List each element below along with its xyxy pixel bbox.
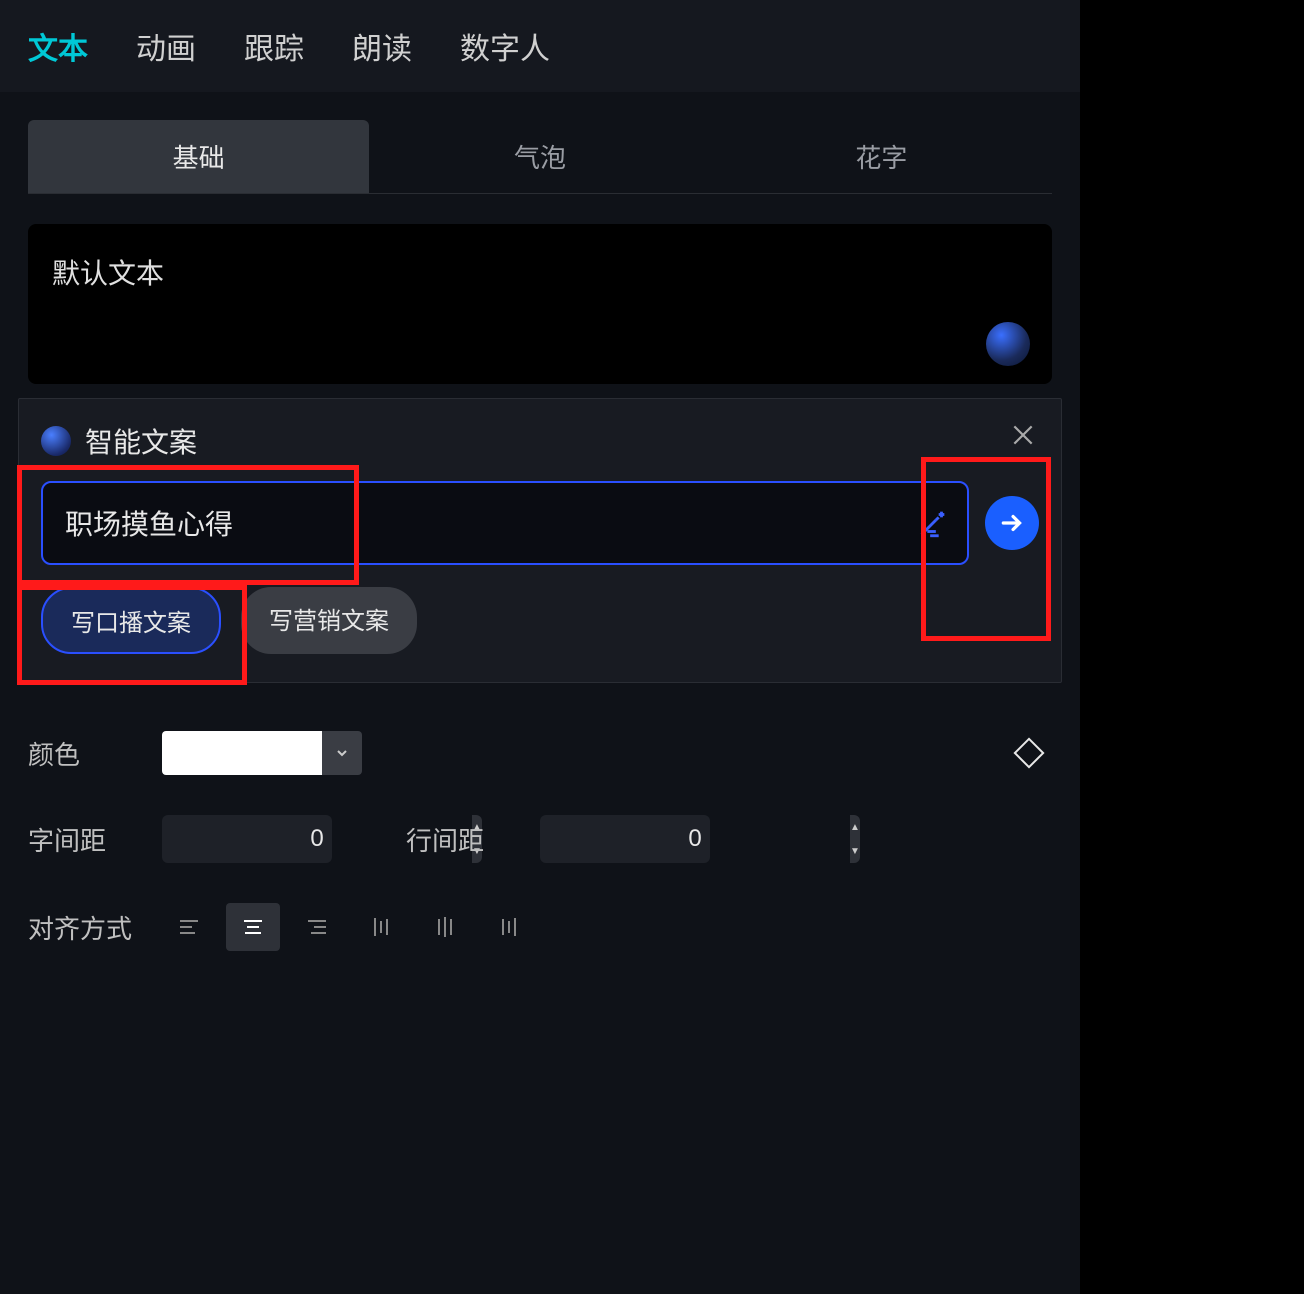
chip-marketing-copy[interactable]: 写营销文案 — [241, 587, 417, 654]
tab-text[interactable]: 文本 — [28, 24, 88, 68]
alignment-buttons — [162, 903, 536, 951]
alignment-row: 对齐方式 — [0, 883, 1080, 971]
smart-copy-header: 智能文案 — [41, 421, 1039, 461]
tab-digital-human[interactable]: 数字人 — [460, 24, 550, 68]
color-swatch[interactable] — [162, 731, 322, 775]
keyframe-diamond-icon[interactable] — [1013, 737, 1044, 768]
smart-copy-input[interactable] — [65, 507, 913, 539]
sub-tab-bar: 基础 气泡 花字 — [28, 120, 1052, 194]
smart-orb-icon — [41, 426, 71, 456]
smart-copy-panel: 智能文案 写口播文案 — [18, 398, 1062, 683]
subtab-bubble[interactable]: 气泡 — [369, 120, 710, 193]
ai-orb-icon[interactable] — [986, 322, 1030, 366]
line-spacing-label: 行间距 — [406, 821, 516, 858]
line-spacing-up[interactable]: ▲ — [850, 815, 860, 839]
align-center-icon[interactable] — [226, 903, 280, 951]
top-tab-bar: 文本 动画 跟踪 朗读 数字人 — [0, 0, 1080, 92]
chip-broadcast-copy[interactable]: 写口播文案 — [41, 587, 221, 654]
tab-read-aloud[interactable]: 朗读 — [352, 24, 412, 68]
color-row: 颜色 — [0, 711, 1080, 795]
vertical-align-left-icon[interactable] — [354, 903, 408, 951]
chip-row: 写口播文案 写营销文案 — [41, 587, 1039, 654]
smart-input-container — [41, 481, 969, 565]
close-button[interactable] — [1005, 417, 1041, 453]
tab-animation[interactable]: 动画 — [136, 24, 196, 68]
smart-input-row — [41, 481, 1039, 565]
line-spacing-input-wrap: ▲ ▼ — [540, 815, 710, 863]
align-right-icon[interactable] — [290, 903, 344, 951]
text-content: 默认文本 — [52, 252, 1028, 292]
alignment-label: 对齐方式 — [28, 909, 138, 946]
tab-tracking[interactable]: 跟踪 — [244, 24, 304, 68]
subtab-fancy[interactable]: 花字 — [711, 120, 1052, 193]
text-panel: 文本 动画 跟踪 朗读 数字人 基础 气泡 花字 默认文本 智能文案 — [0, 0, 1080, 1294]
line-spacing-stepper: ▲ ▼ — [850, 815, 860, 863]
text-content-box[interactable]: 默认文本 — [28, 224, 1052, 384]
submit-button[interactable] — [985, 496, 1039, 550]
align-left-icon[interactable] — [162, 903, 216, 951]
line-spacing-down[interactable]: ▼ — [850, 839, 860, 863]
letter-spacing-input-wrap: ▲ ▼ — [162, 815, 332, 863]
line-spacing-input[interactable] — [540, 825, 850, 853]
vertical-align-right-icon[interactable] — [482, 903, 536, 951]
magic-wand-icon[interactable] — [913, 503, 953, 543]
spacing-row: 字间距 ▲ ▼ 行间距 ▲ ▼ — [0, 795, 1080, 883]
color-dropdown[interactable] — [322, 731, 362, 775]
color-label: 颜色 — [28, 735, 138, 772]
letter-spacing-label: 字间距 — [28, 821, 138, 858]
vertical-align-center-icon[interactable] — [418, 903, 472, 951]
smart-copy-title: 智能文案 — [85, 421, 197, 461]
subtab-basic[interactable]: 基础 — [28, 120, 369, 193]
